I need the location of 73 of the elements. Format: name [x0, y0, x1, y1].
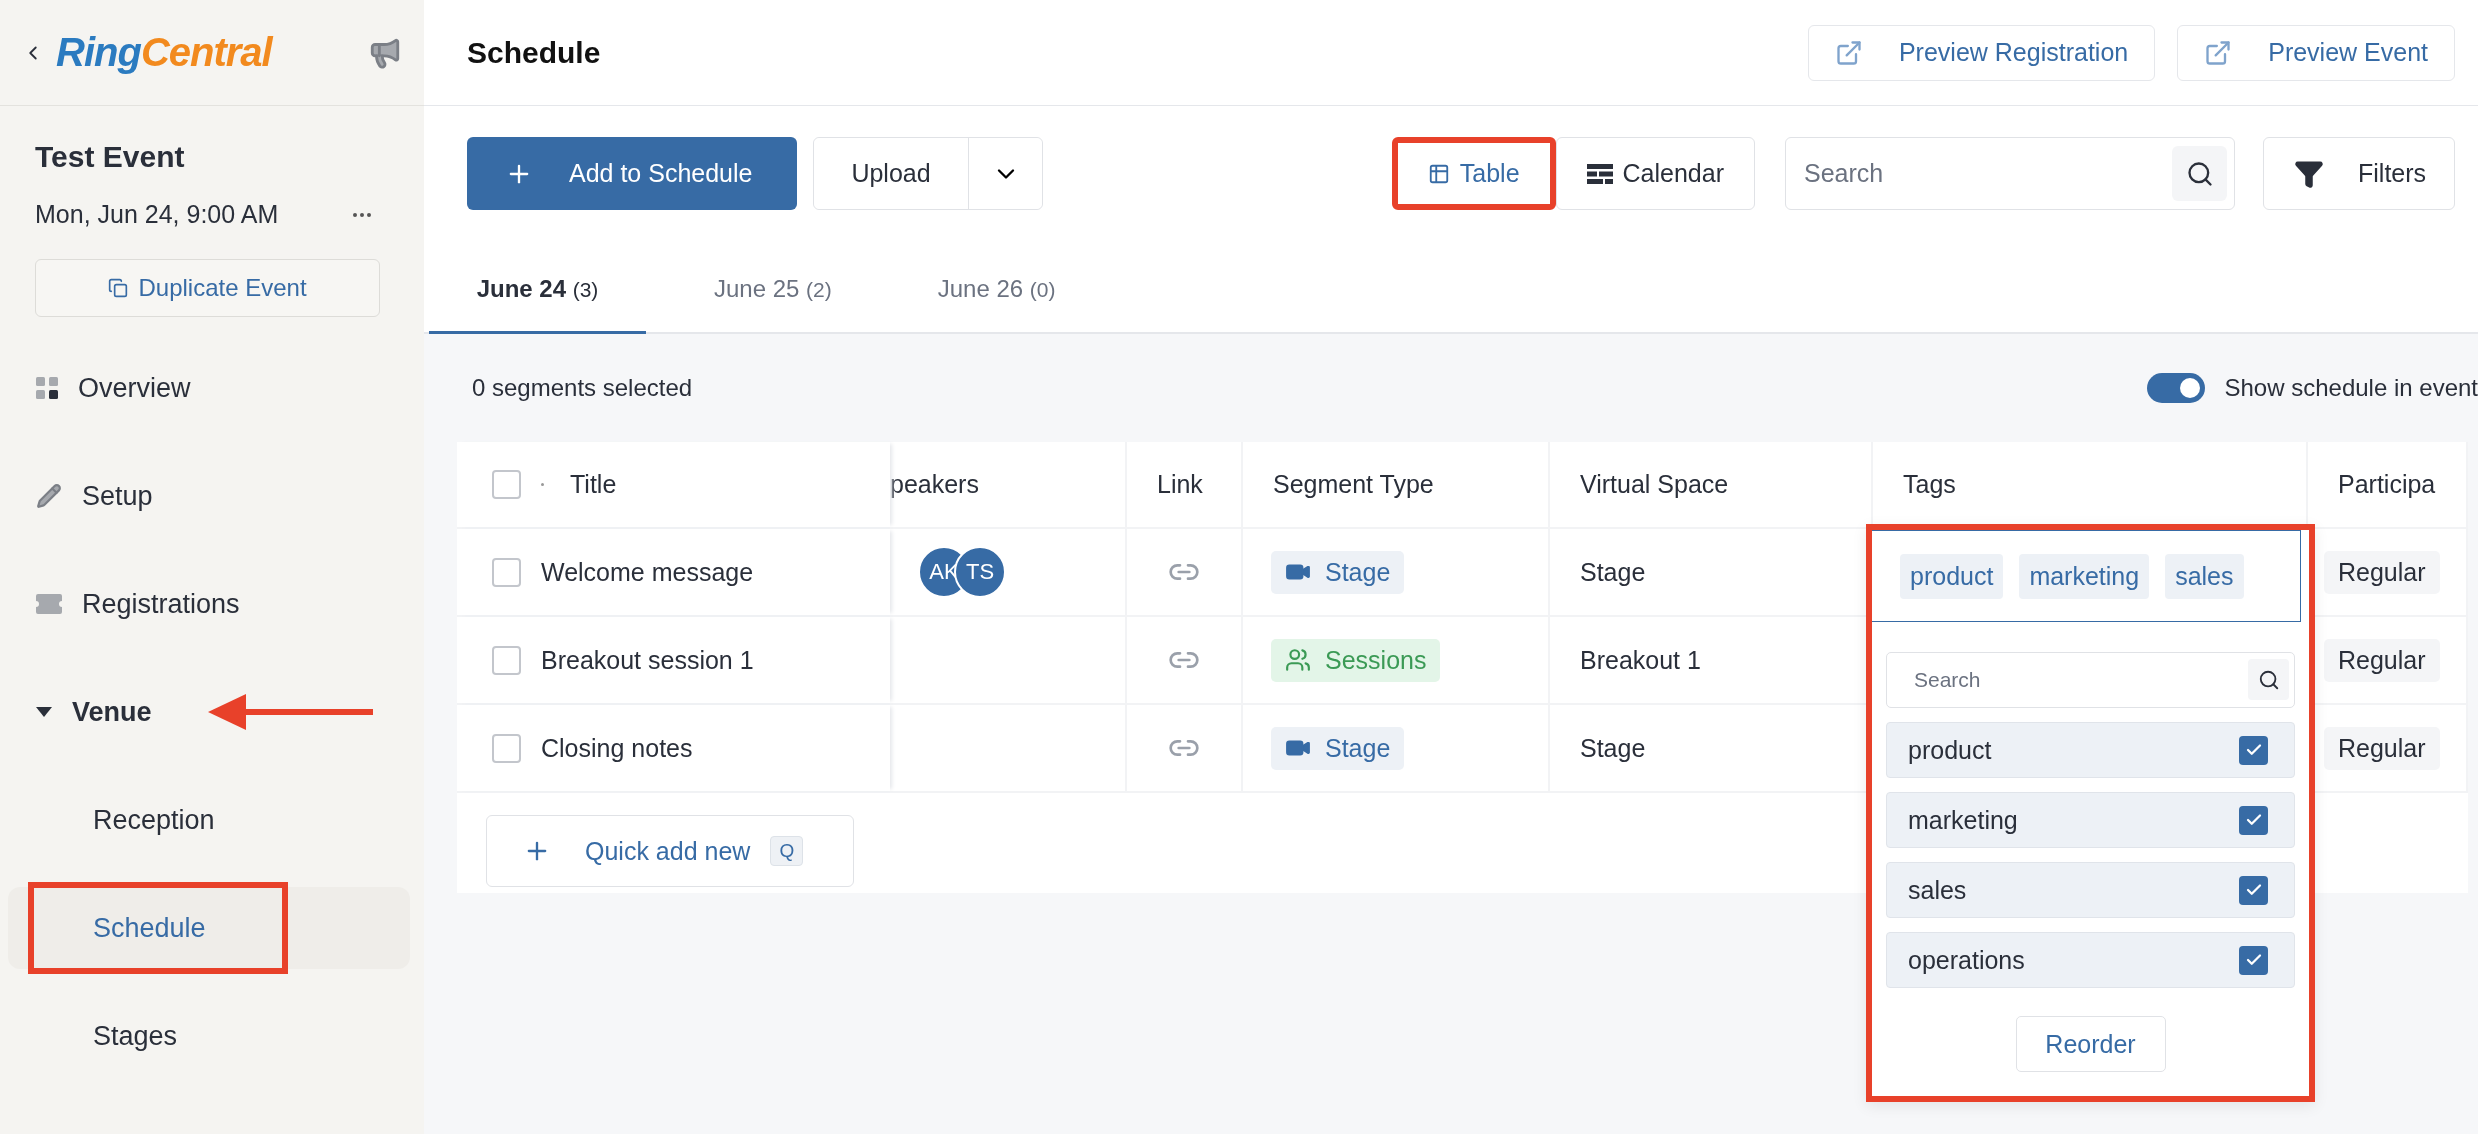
event-title: Test Event: [34, 139, 186, 174]
filters-button[interactable]: Filters: [2263, 137, 2455, 210]
selection-count: 0 segments selected: [472, 374, 693, 402]
date-tab[interactable]: June 26 (0): [899, 247, 1094, 334]
table-cell: Stage: [1580, 557, 1646, 587]
column-header: Title: [570, 470, 617, 499]
participant-tag: Regular: [2324, 726, 2440, 770]
tag-checkbox[interactable]: [2239, 735, 2268, 765]
date-tab[interactable]: June 25 (2): [676, 247, 870, 334]
logo: RingCentral: [56, 30, 274, 75]
sidebar-item[interactable]: Overview: [8, 347, 410, 429]
add-to-schedule-button[interactable]: Add to Schedule: [467, 137, 797, 210]
segment-type-tag: Stage: [1271, 726, 1405, 770]
column-header: Participa: [2338, 470, 2436, 499]
segment-type-tag: Stage: [1271, 550, 1405, 594]
column-header: Virtual Space: [1580, 470, 1729, 499]
tag-checkbox[interactable]: [2239, 805, 2268, 835]
sidebar-item[interactable]: Venue: [8, 671, 410, 753]
preview-button[interactable]: Preview Event: [2177, 24, 2455, 81]
sidebar-item[interactable]: Stages: [8, 995, 410, 1077]
external-link-icon: [2204, 38, 2233, 67]
sidebar-item[interactable]: Registrations: [8, 563, 410, 645]
duplicate-event-button[interactable]: Duplicate Event: [35, 259, 380, 317]
column-header: Link: [1157, 470, 1203, 499]
tag-chip: product: [1900, 553, 2004, 599]
participant-tag: Regular: [2324, 550, 2440, 594]
people-icon: [1285, 647, 1311, 673]
sidebar-item[interactable]: Reception: [8, 779, 410, 861]
tag-option[interactable]: sales: [1886, 862, 2295, 918]
external-link-icon: [1834, 38, 1863, 67]
select-all-checkbox[interactable]: [492, 470, 521, 499]
search-icon[interactable]: [2185, 159, 2214, 188]
tag-chip: marketing: [2019, 553, 2150, 599]
column-header: Tags: [1903, 470, 1956, 499]
avatar: TS: [954, 546, 1006, 598]
tag-option[interactable]: product: [1886, 722, 2295, 778]
row-checkbox[interactable]: [492, 557, 521, 587]
tag-chip: sales: [2165, 553, 2244, 599]
copy-icon: [108, 278, 129, 298]
toggle-label: Show schedule in event: [2224, 374, 2478, 402]
table-cell: Stage: [1580, 733, 1646, 763]
tag-checkbox[interactable]: [2239, 875, 2268, 905]
row-checkbox[interactable]: [492, 645, 521, 675]
sidebar-item[interactable]: Setup: [8, 455, 410, 537]
table-cell: Welcome message: [541, 557, 754, 587]
table-cell: Breakout session 1: [541, 645, 754, 675]
search-icon[interactable]: [2257, 668, 2280, 691]
tag-search-field[interactable]: Search: [1886, 652, 2295, 708]
preview-button[interactable]: Preview Registration: [1807, 24, 2156, 81]
search-field[interactable]: Search: [1785, 137, 2235, 210]
tag-option[interactable]: marketing: [1886, 792, 2295, 848]
tag-option[interactable]: operations: [1886, 932, 2295, 988]
segment-type-tag: Sessions: [1271, 638, 1441, 682]
view-button[interactable]: Table: [1391, 137, 1556, 210]
page-title: Schedule: [467, 35, 602, 70]
column-header: peakers: [890, 470, 979, 499]
calendar-icon: [1586, 163, 1613, 184]
table-icon: [1427, 162, 1450, 185]
caret-icon: [36, 707, 52, 717]
tag-checkbox[interactable]: [2239, 945, 2268, 975]
table-cell: Closing notes: [541, 733, 693, 763]
toggle-switch[interactable]: [2146, 373, 2205, 403]
table-cell: Breakout 1: [1580, 645, 1701, 675]
row-checkbox[interactable]: [492, 733, 521, 763]
reorder-button[interactable]: Reorder: [2015, 1016, 2166, 1072]
view-button[interactable]: Calendar: [1555, 137, 1755, 210]
pencil-icon: [36, 483, 62, 509]
event-date: Mon, Jun 24, 9:00 AM: [35, 200, 279, 229]
ticket-icon: [36, 594, 62, 614]
participant-tag: Regular: [2324, 638, 2440, 682]
column-header: Segment Type: [1273, 470, 1434, 499]
grid-icon: [36, 377, 58, 399]
quick-add-button[interactable]: Quick add new Q: [486, 815, 854, 887]
